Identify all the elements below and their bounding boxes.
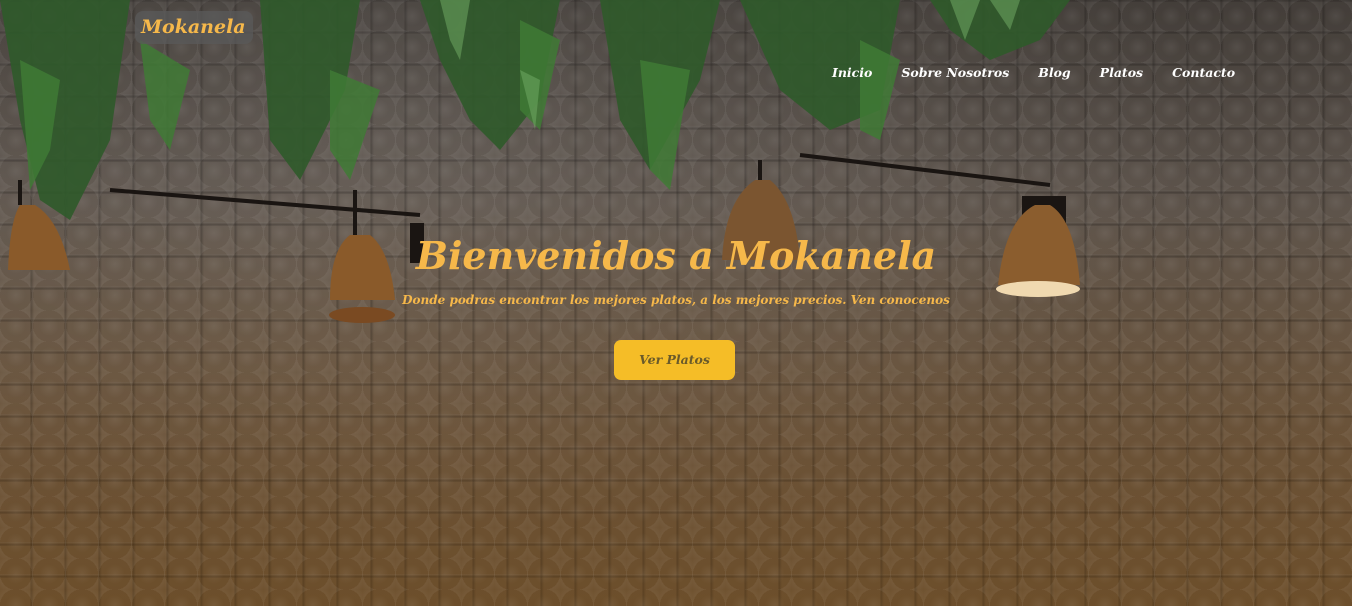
nav-item-sobre-nosotros[interactable]: Sobre Nosotros: [901, 64, 1009, 82]
nav-item-platos[interactable]: Platos: [1100, 64, 1143, 82]
nav-item-blog[interactable]: Blog: [1038, 64, 1070, 82]
site-logo[interactable]: Mokanela: [135, 11, 253, 44]
main-navigation: Inicio Sobre Nosotros Blog Platos Contac…: [832, 64, 1235, 82]
ver-platos-button[interactable]: Ver Platos: [614, 340, 735, 380]
nav-item-contacto[interactable]: Contacto: [1172, 64, 1235, 82]
hero-subtitle: Donde podras encontrar los mejores plato…: [402, 293, 950, 307]
nav-item-inicio[interactable]: Inicio: [832, 64, 872, 82]
hero-title: Bienvenidos a Mokanela: [415, 233, 937, 278]
